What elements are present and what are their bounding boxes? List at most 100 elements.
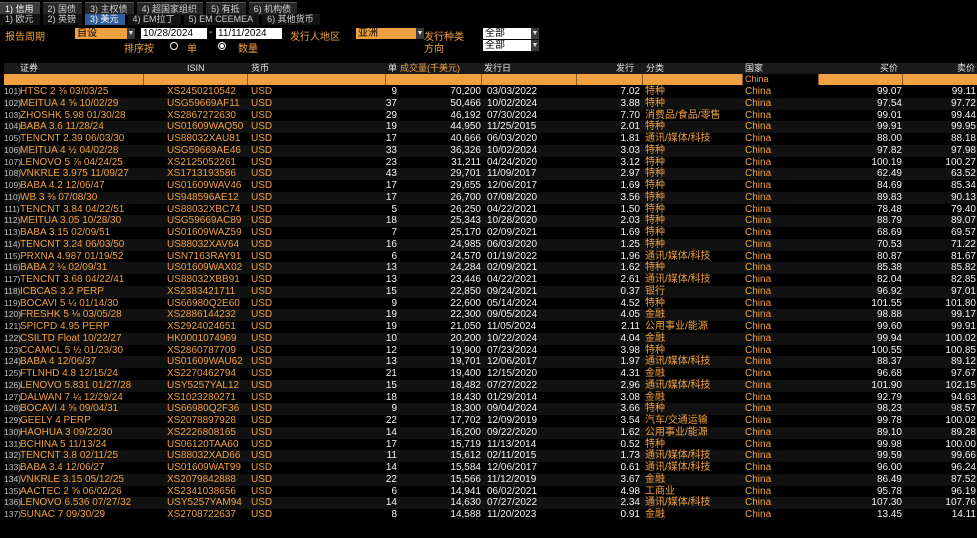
filter-currency[interactable]: [247, 74, 385, 85]
table-row[interactable]: 104) BABA 3.6 11/28/24 US01609WAQ50 USD 19 44…: [4, 121, 977, 133]
bid-price: 95.78: [876, 485, 902, 497]
table-row[interactable]: 133) BABA 3.4 12/06/27 US01609WAT99 USD 14 15…: [4, 462, 977, 474]
sort-radio-quantity[interactable]: [218, 42, 226, 50]
report-period-dropdown-icon[interactable]: ▼: [127, 28, 135, 39]
table-row[interactable]: 108) VNKRLE 3.975 11/09/27 XS1713193586 USD…: [4, 168, 977, 180]
col-bid[interactable]: 买价: [880, 63, 898, 74]
table-row[interactable]: 128) BOCAVI 4 ⅝ 09/04/31 US66980Q2F36 USD 9 1…: [4, 403, 977, 415]
table-row[interactable]: 118) ICBCAS 3.2 PERP XS2383421711 USD 15 22,8…: [4, 285, 977, 298]
country: China: [745, 368, 772, 379]
table-row[interactable]: 127) DALWAN 7 ¼ 12/29/24 XS1023280271 USD 18…: [4, 392, 977, 404]
col-currency[interactable]: 货币: [251, 63, 269, 74]
table-row[interactable]: 114) TENCNT 3.24 06/03/50 US88032XAV64 USD 1…: [4, 238, 977, 251]
table-row[interactable]: 126) LENOVO 5.831 01/27/28 USY5257YAL12 USD…: [4, 379, 977, 392]
date-from-input[interactable]: 10/28/2024: [141, 28, 207, 39]
tab-other-ccy[interactable]: 6) 其他货币: [262, 14, 320, 25]
table-row[interactable]: 132) TENCNT 3.8 02/11/25 US88032XAD66 USD 11…: [4, 450, 977, 462]
sort-option-single-label: 单: [187, 44, 197, 55]
filter-issue-amt[interactable]: [576, 74, 642, 85]
security-name: FRESHK 5 ⅛ 03/05/28: [20, 309, 122, 321]
table-row[interactable]: 135) AACTEC 2 ⅝ 06/02/26 XS2341038656 USD 6 1…: [4, 486, 977, 498]
direction-dropdown-icon[interactable]: ▼: [531, 40, 539, 51]
table-row[interactable]: 115) PRXNA 4.987 01/19/52 USN7163RAY91 USD 6…: [4, 251, 977, 263]
table-row[interactable]: 102) MEITUA 4 ⅝ 10/02/29 USG59669AF11 USD 37…: [4, 97, 977, 110]
currency: USD: [251, 438, 273, 450]
sort-radio-single[interactable]: [170, 42, 178, 50]
table-row[interactable]: 103) ZHOSHK 5.98 01/30/28 XS2867272630 USD 2…: [4, 110, 977, 122]
issuer-region-select[interactable]: 亚洲: [356, 28, 416, 39]
volume: 26,700: [450, 191, 481, 203]
table-row[interactable]: 111) TENCNT 3.84 04/22/51 US88032XBC74 USD 5…: [4, 204, 977, 216]
issuer-region-dropdown-icon[interactable]: ▼: [416, 28, 424, 39]
tab-em-latam[interactable]: 4) EM拉丁: [127, 14, 181, 25]
table-row[interactable]: 125) FTLNHD 4.8 12/15/24 XS2270462794 USD 21…: [4, 368, 977, 380]
filter-ask[interactable]: [902, 74, 977, 85]
country: China: [745, 297, 772, 309]
currency: USD: [251, 97, 273, 109]
trade-count: 29: [385, 109, 397, 121]
isin: XS2341038656: [167, 485, 236, 497]
table-row[interactable]: 119) BOCAVI 5 ¼ 01/14/30 US66980Q2E60 USD 9 2…: [4, 298, 977, 310]
trade-count: 9: [391, 403, 397, 415]
table-row[interactable]: 109) BABA 4.2 12/06/47 US01609WAV46 USD 17 29…: [4, 180, 977, 192]
filter-country-input[interactable]: China: [742, 74, 818, 85]
col-category[interactable]: 分类: [646, 63, 664, 74]
isin: US88032XBB91: [167, 274, 240, 285]
col-issue-amt[interactable]: 发行: [616, 63, 634, 74]
table-row[interactable]: 116) BABA 2 ⅛ 02/09/31 US01609WAX02 USD 13 24…: [4, 262, 977, 274]
tab-gbp[interactable]: 2) 英镑: [42, 14, 83, 25]
date-to-input[interactable]: 11/11/2024: [216, 28, 282, 39]
table-row[interactable]: 137) SUNAC 7 09/30/29 XS2708722637 USD 8 14,5…: [4, 509, 977, 521]
filter-isin[interactable]: [143, 74, 247, 85]
table-row[interactable]: 106) MEITUA 4 ½ 04/02/28 USG59669AE46 USD 33…: [4, 144, 977, 157]
table-row[interactable]: 131) BCHINA 5 11/13/24 US06120TAA60 USD 17 15…: [4, 439, 977, 451]
trade-count: 21: [385, 368, 397, 379]
col-issue-date[interactable]: 发行日: [484, 63, 511, 74]
isin: USG59669AC89: [167, 215, 242, 227]
security-name: CSILTD Float 10/22/27: [20, 332, 122, 344]
table-row[interactable]: 123) CCAMCL 5 ½ 01/23/30 XS2860787709 USD 12…: [4, 345, 977, 357]
filter-volume[interactable]: [385, 74, 481, 85]
ask-price: 94.63: [950, 391, 976, 403]
tab-em-ceemea[interactable]: 5) EM CEEMEA: [183, 14, 260, 25]
table-row[interactable]: 129) GEELY 4 PERP XS2078897928 USD 22 17,702 1…: [4, 415, 977, 427]
table-row[interactable]: 112) MEITUA 3.05 10/28/30 USG59669AC89 USD 1…: [4, 215, 977, 227]
filter-bid[interactable]: [818, 74, 902, 85]
filter-issue-date[interactable]: [481, 74, 576, 85]
filter-category[interactable]: [642, 74, 742, 85]
category: 金融: [645, 391, 665, 403]
table-row[interactable]: 136) LENOVO 6.536 07/27/32 USY5257YAM94 USD…: [4, 497, 977, 509]
report-period-select[interactable]: 自设: [75, 28, 127, 39]
issue-type-dropdown-icon[interactable]: ▼: [531, 28, 539, 39]
table-row[interactable]: 120) FRESHK 5 ⅛ 03/05/28 XS2886144232 USD 19…: [4, 309, 977, 321]
col-single[interactable]: 单: [388, 63, 397, 74]
table-row[interactable]: 110) WB 3 ⅜ 07/08/30 US948596AE12 USD 17 26,7…: [4, 191, 977, 204]
tab-usd[interactable]: 3) 美元: [85, 14, 125, 25]
tab-eur[interactable]: 1) 欧元: [0, 14, 40, 25]
col-volume[interactable]: 成交量(千美元): [400, 63, 460, 74]
col-country[interactable]: 国家: [745, 63, 763, 74]
issue-date: 02/11/2015: [487, 450, 537, 462]
table-row[interactable]: 101) HTSC 2 ⅜ 03/03/25 XS2450210542 USD 9 70,…: [4, 86, 977, 98]
trade-count: 17: [385, 438, 397, 450]
table-row[interactable]: 122) CSILTD Float 10/22/27 HK0001074969 USD…: [4, 332, 977, 345]
country: China: [745, 156, 772, 168]
table-row[interactable]: 130) HAOHUA 3 09/22/30 XS2226808165 USD 14 16…: [4, 426, 977, 439]
table-row[interactable]: 107) LENOVO 5 ⅞ 04/24/25 XS2125052261 USD 23…: [4, 157, 977, 169]
table-row[interactable]: 121) SPICPD 4.95 PERP XS2924024651 USD 19 21,…: [4, 321, 977, 333]
table-row[interactable]: 105) TENCNT 2.39 06/03/30 US88032XAU81 USD 1…: [4, 133, 977, 145]
security-name: BOCAVI 5 ¼ 01/14/30: [20, 297, 119, 309]
table-row[interactable]: 117) TENCNT 3.68 04/22/41 US88032XBB91 USD 1…: [4, 274, 977, 286]
table-row[interactable]: 134) VNKRLE 3.15 05/12/25 XS2079842888 USD 2…: [4, 473, 977, 486]
col-ask[interactable]: 卖价: [957, 63, 975, 74]
row-index: 107): [4, 156, 22, 167]
issue-type-select[interactable]: 全部: [483, 28, 531, 39]
table-row[interactable]: 113) BABA 3.15 02/09/51 US01609WAZ59 USD 7 25…: [4, 227, 977, 239]
security-name: BABA 3.15 02/09/51: [20, 227, 111, 238]
col-security[interactable]: 证券: [20, 63, 38, 74]
col-isin[interactable]: ISIN: [187, 63, 205, 74]
issue-amount: 3.67: [620, 473, 640, 485]
category: 特种: [645, 97, 665, 109]
table-row[interactable]: 124) BABA 4 12/06/37 US01609WAU62 USD 13 19,7…: [4, 356, 977, 368]
direction-select[interactable]: 全部: [483, 40, 531, 51]
